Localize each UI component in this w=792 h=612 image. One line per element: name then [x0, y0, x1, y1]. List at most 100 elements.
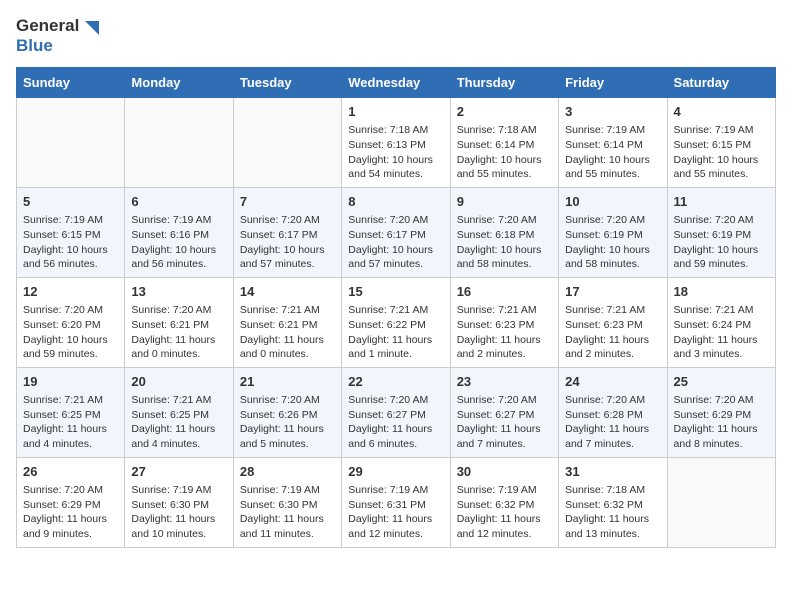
- day-number: 31: [565, 463, 660, 481]
- day-cell-11: 11Sunrise: 7:20 AM Sunset: 6:19 PM Dayli…: [667, 188, 775, 278]
- day-cell-26: 26 Sunrise: 7:20 AM Sunset: 6:29 PM Dayli…: [17, 457, 125, 547]
- day-cell-8: 8 Sunrise: 7:20 AM Sunset: 6:17 PM Daylig…: [342, 188, 450, 278]
- header: General Blue: [16, 16, 776, 55]
- day-number: 30: [457, 463, 552, 481]
- empty-cell: [667, 457, 775, 547]
- week-row-4: 19Sunrise: 7:21 AM Sunset: 6:25 PM Dayli…: [17, 367, 776, 457]
- header-monday: Monday: [125, 68, 233, 98]
- day-cell-18: 18 Sunrise: 7:21 AM Sunset: 6:24 PM Dayli…: [667, 277, 775, 367]
- day-cell-25: 25Sunrise: 7:20 AM Sunset: 6:29 PM Dayli…: [667, 367, 775, 457]
- day-cell-16: 16 Sunrise: 7:21 AM Sunset: 6:23 PM Dayli…: [450, 277, 558, 367]
- day-info: Sunrise: 7:20 AM Sunset: 6:21 PM Dayligh…: [131, 303, 226, 362]
- day-number: 14: [240, 283, 335, 301]
- day-info: Sunrise: 7:21 AM Sunset: 6:24 PM Dayligh…: [674, 303, 769, 362]
- day-info: Sunrise: 7:18 AM Sunset: 6:13 PM Dayligh…: [348, 123, 443, 182]
- day-number: 22: [348, 373, 443, 391]
- week-row-5: 26 Sunrise: 7:20 AM Sunset: 6:29 PM Dayli…: [17, 457, 776, 547]
- day-info: Sunrise: 7:20 AM Sunset: 6:29 PM Dayligh…: [674, 393, 769, 452]
- logo-general: General: [16, 16, 79, 36]
- header-tuesday: Tuesday: [233, 68, 341, 98]
- day-cell-10: 10 Sunrise: 7:20 AM Sunset: 6:19 PM Dayli…: [559, 188, 667, 278]
- day-info: Sunrise: 7:20 AM Sunset: 6:20 PM Dayligh…: [23, 303, 118, 362]
- day-number: 26: [23, 463, 118, 481]
- day-info: Sunrise: 7:19 AM Sunset: 6:15 PM Dayligh…: [674, 123, 769, 182]
- day-cell-9: 9 Sunrise: 7:20 AM Sunset: 6:18 PM Daylig…: [450, 188, 558, 278]
- day-number: 4: [674, 103, 769, 121]
- day-number: 18: [674, 283, 769, 301]
- day-cell-15: 15Sunrise: 7:21 AM Sunset: 6:22 PM Dayli…: [342, 277, 450, 367]
- week-row-2: 5Sunrise: 7:19 AM Sunset: 6:15 PM Daylig…: [17, 188, 776, 278]
- day-number: 21: [240, 373, 335, 391]
- day-info: Sunrise: 7:20 AM Sunset: 6:27 PM Dayligh…: [348, 393, 443, 452]
- day-cell-14: 14 Sunrise: 7:21 AM Sunset: 6:21 PM Dayli…: [233, 277, 341, 367]
- day-cell-12: 12 Sunrise: 7:20 AM Sunset: 6:20 PM Dayli…: [17, 277, 125, 367]
- day-cell-7: 7 Sunrise: 7:20 AM Sunset: 6:17 PM Daylig…: [233, 188, 341, 278]
- day-cell-3: 3 Sunrise: 7:19 AM Sunset: 6:14 PM Daylig…: [559, 98, 667, 188]
- day-number: 9: [457, 193, 552, 211]
- day-number: 24: [565, 373, 660, 391]
- day-cell-21: 21 Sunrise: 7:20 AM Sunset: 6:26 PM Dayli…: [233, 367, 341, 457]
- day-cell-20: 20Sunrise: 7:21 AM Sunset: 6:25 PM Dayli…: [125, 367, 233, 457]
- day-info: Sunrise: 7:18 AM Sunset: 6:32 PM Dayligh…: [565, 483, 660, 542]
- empty-cell: [125, 98, 233, 188]
- day-number: 20: [131, 373, 226, 391]
- day-number: 29: [348, 463, 443, 481]
- day-info: Sunrise: 7:19 AM Sunset: 6:32 PM Dayligh…: [457, 483, 552, 542]
- empty-cell: [17, 98, 125, 188]
- day-cell-22: 22 Sunrise: 7:20 AM Sunset: 6:27 PM Dayli…: [342, 367, 450, 457]
- logo-text: General Blue: [16, 16, 99, 55]
- day-info: Sunrise: 7:20 AM Sunset: 6:29 PM Dayligh…: [23, 483, 118, 542]
- day-number: 16: [457, 283, 552, 301]
- empty-cell: [233, 98, 341, 188]
- day-number: 8: [348, 193, 443, 211]
- day-number: 10: [565, 193, 660, 211]
- day-info: Sunrise: 7:20 AM Sunset: 6:26 PM Dayligh…: [240, 393, 335, 452]
- day-info: Sunrise: 7:21 AM Sunset: 6:25 PM Dayligh…: [23, 393, 118, 452]
- day-info: Sunrise: 7:19 AM Sunset: 6:16 PM Dayligh…: [131, 213, 226, 272]
- header-saturday: Saturday: [667, 68, 775, 98]
- day-number: 7: [240, 193, 335, 211]
- day-cell-30: 30 Sunrise: 7:19 AM Sunset: 6:32 PM Dayli…: [450, 457, 558, 547]
- day-cell-29: 29Sunrise: 7:19 AM Sunset: 6:31 PM Dayli…: [342, 457, 450, 547]
- logo-triangle-icon: [81, 17, 99, 35]
- day-number: 17: [565, 283, 660, 301]
- day-cell-4: 4 Sunrise: 7:19 AM Sunset: 6:15 PM Daylig…: [667, 98, 775, 188]
- day-cell-23: 23 Sunrise: 7:20 AM Sunset: 6:27 PM Dayli…: [450, 367, 558, 457]
- week-row-3: 12 Sunrise: 7:20 AM Sunset: 6:20 PM Dayli…: [17, 277, 776, 367]
- day-cell-27: 27 Sunrise: 7:19 AM Sunset: 6:30 PM Dayli…: [125, 457, 233, 547]
- day-cell-17: 17Sunrise: 7:21 AM Sunset: 6:23 PM Dayli…: [559, 277, 667, 367]
- day-cell-19: 19Sunrise: 7:21 AM Sunset: 6:25 PM Dayli…: [17, 367, 125, 457]
- day-info: Sunrise: 7:20 AM Sunset: 6:27 PM Dayligh…: [457, 393, 552, 452]
- week-row-1: 1 Sunrise: 7:18 AM Sunset: 6:13 PM Daylig…: [17, 98, 776, 188]
- day-info: Sunrise: 7:19 AM Sunset: 6:30 PM Dayligh…: [240, 483, 335, 542]
- day-cell-6: 6 Sunrise: 7:19 AM Sunset: 6:16 PM Daylig…: [125, 188, 233, 278]
- logo: General Blue: [16, 16, 99, 55]
- day-number: 13: [131, 283, 226, 301]
- day-number: 5: [23, 193, 118, 211]
- day-cell-1: 1 Sunrise: 7:18 AM Sunset: 6:13 PM Daylig…: [342, 98, 450, 188]
- day-number: 27: [131, 463, 226, 481]
- day-number: 6: [131, 193, 226, 211]
- day-info: Sunrise: 7:20 AM Sunset: 6:17 PM Dayligh…: [348, 213, 443, 272]
- day-number: 15: [348, 283, 443, 301]
- day-cell-13: 13 Sunrise: 7:20 AM Sunset: 6:21 PM Dayli…: [125, 277, 233, 367]
- header-thursday: Thursday: [450, 68, 558, 98]
- calendar-table: SundayMondayTuesdayWednesdayThursdayFrid…: [16, 67, 776, 548]
- day-number: 2: [457, 103, 552, 121]
- day-number: 23: [457, 373, 552, 391]
- day-info: Sunrise: 7:20 AM Sunset: 6:19 PM Dayligh…: [565, 213, 660, 272]
- day-info: Sunrise: 7:20 AM Sunset: 6:17 PM Dayligh…: [240, 213, 335, 272]
- day-number: 1: [348, 103, 443, 121]
- day-number: 3: [565, 103, 660, 121]
- day-info: Sunrise: 7:21 AM Sunset: 6:21 PM Dayligh…: [240, 303, 335, 362]
- day-number: 11: [674, 193, 769, 211]
- day-info: Sunrise: 7:19 AM Sunset: 6:14 PM Dayligh…: [565, 123, 660, 182]
- day-info: Sunrise: 7:20 AM Sunset: 6:18 PM Dayligh…: [457, 213, 552, 272]
- day-info: Sunrise: 7:21 AM Sunset: 6:23 PM Dayligh…: [457, 303, 552, 362]
- day-number: 12: [23, 283, 118, 301]
- day-cell-5: 5Sunrise: 7:19 AM Sunset: 6:15 PM Daylig…: [17, 188, 125, 278]
- header-sunday: Sunday: [17, 68, 125, 98]
- header-friday: Friday: [559, 68, 667, 98]
- day-info: Sunrise: 7:20 AM Sunset: 6:28 PM Dayligh…: [565, 393, 660, 452]
- day-info: Sunrise: 7:19 AM Sunset: 6:30 PM Dayligh…: [131, 483, 226, 542]
